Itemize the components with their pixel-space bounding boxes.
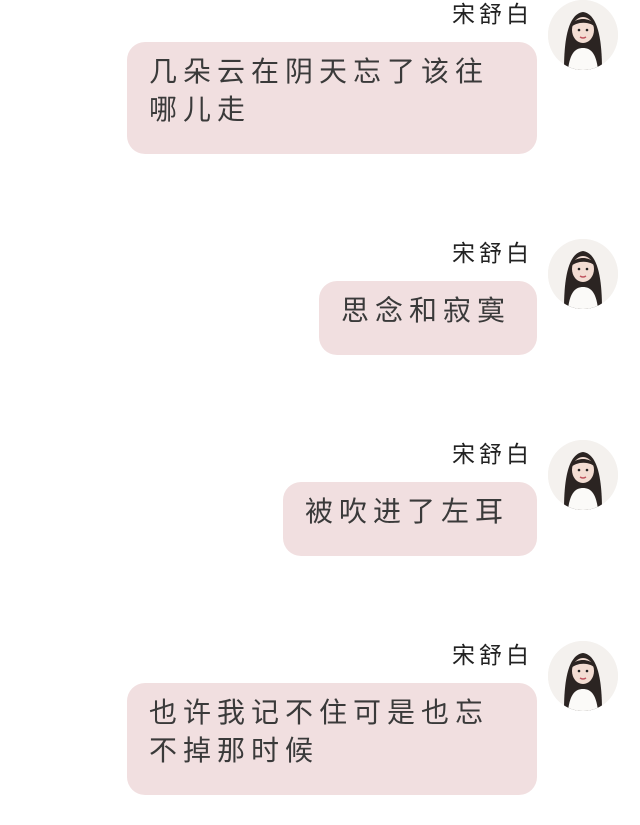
message-bubble[interactable]: 思念和寂寞 <box>319 281 537 355</box>
avatar[interactable] <box>548 239 618 309</box>
sender-name: 宋舒白 <box>452 2 533 28</box>
message-bubble[interactable]: 被吹进了左耳 <box>283 482 537 556</box>
sender-name: 宋舒白 <box>452 241 533 267</box>
message-bubble[interactable]: 也许我记不住可是也忘不掉那时候 <box>127 683 537 795</box>
avatar-portrait-icon <box>548 0 618 70</box>
avatar-portrait-icon <box>548 641 618 711</box>
avatar[interactable] <box>548 440 618 510</box>
avatar[interactable] <box>548 641 618 711</box>
chat-thread: 宋舒白 几朵云在阴天忘了该往哪儿走 宋舒白 思念和寂寞 宋舒白 被吹进了左耳 宋… <box>0 0 640 825</box>
avatar[interactable] <box>548 0 618 70</box>
sender-name: 宋舒白 <box>452 442 533 468</box>
message-bubble[interactable]: 几朵云在阴天忘了该往哪儿走 <box>127 42 537 154</box>
avatar-portrait-icon <box>548 239 618 309</box>
sender-name: 宋舒白 <box>452 643 533 669</box>
avatar-portrait-icon <box>548 440 618 510</box>
